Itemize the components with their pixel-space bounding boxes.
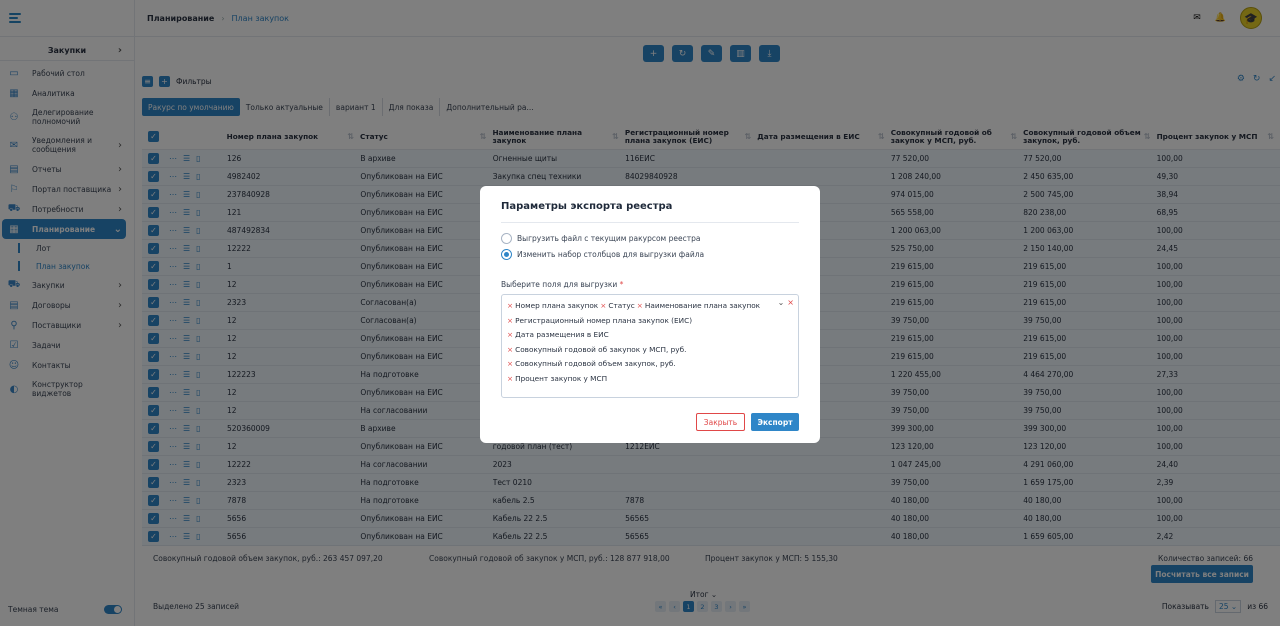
clear-all-icon[interactable]: ×: [787, 298, 794, 307]
remove-chip-icon[interactable]: ×: [507, 301, 513, 310]
field-chip: × Дата размещения в ЕИС: [507, 330, 609, 339]
remove-chip-icon[interactable]: ×: [637, 301, 643, 310]
export-confirm-button[interactable]: Экспорт: [751, 413, 799, 431]
remove-chip-icon[interactable]: ×: [507, 374, 513, 383]
export-modal: Параметры экспорта реестра Выгрузить фай…: [480, 186, 820, 443]
remove-chip-icon[interactable]: ×: [600, 301, 606, 310]
remove-chip-icon[interactable]: ×: [507, 316, 513, 325]
chip-list: × Номер плана закупок × Статус × Наименование…: [507, 299, 793, 386]
remove-chip-icon[interactable]: ×: [507, 359, 513, 368]
option-label: Выгрузить файл с текущим ракурсом реестр…: [517, 234, 701, 243]
remove-chip-icon[interactable]: ×: [507, 330, 513, 339]
field-chip: × Наименование плана закупок: [636, 301, 761, 310]
option-custom-columns[interactable]: Изменить набор столбцов для выгрузки фай…: [501, 249, 799, 260]
radio-custom-columns[interactable]: [501, 249, 512, 260]
field-chip: × Регистрационный номер плана закупок (ЕИ…: [507, 315, 693, 325]
field-chip: × Номер плана закупок: [507, 301, 599, 310]
chevron-down-icon[interactable]: ⌄: [778, 298, 785, 307]
fields-label: Выберите поля для выгрузки *: [501, 280, 624, 289]
required-mark: *: [619, 280, 624, 289]
option-current-view[interactable]: Выгрузить файл с текущим ракурсом реестр…: [501, 233, 799, 244]
field-chip: × Совокупный годовой об закупок у МСП, ру…: [507, 344, 687, 354]
modal-title: Параметры экспорта реестра: [501, 201, 799, 223]
radio-current-view[interactable]: [501, 233, 512, 244]
fields-multiselect[interactable]: × Номер плана закупок × Статус × Наименование…: [501, 294, 799, 398]
close-button[interactable]: Закрыть: [696, 413, 745, 431]
field-chip: × Совокупный годовой объем закупок, руб.: [507, 359, 676, 368]
field-chip: × Статус: [600, 301, 635, 310]
remove-chip-icon[interactable]: ×: [507, 345, 513, 354]
option-label: Изменить набор столбцов для выгрузки фай…: [517, 250, 705, 259]
field-chip: × Процент закупок у МСП: [507, 373, 608, 383]
